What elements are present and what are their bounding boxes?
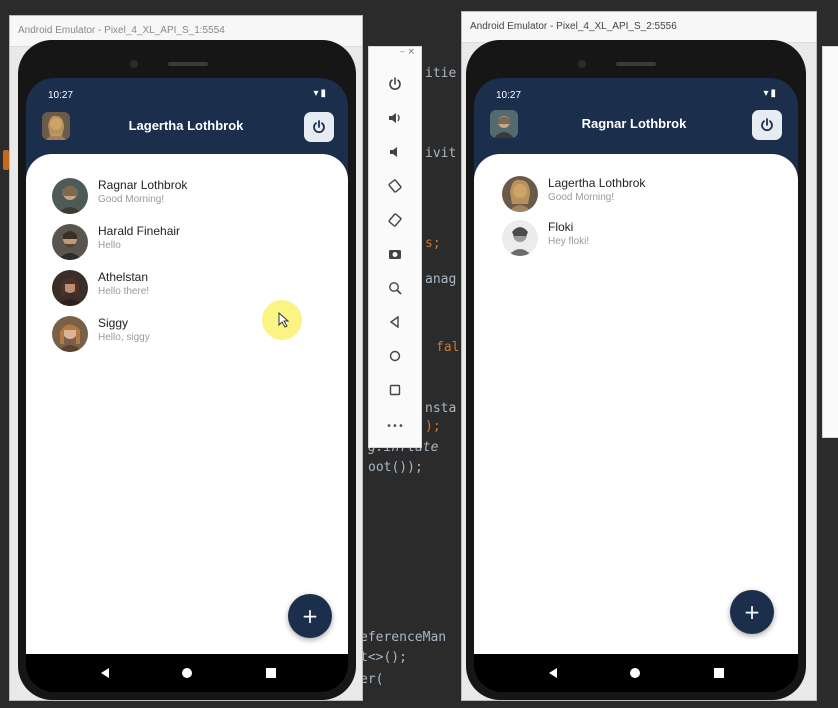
right-emulator-toolbar: [822, 46, 838, 438]
user-avatar: [502, 220, 538, 256]
user-avatar: [52, 316, 88, 352]
right-system-navbar: [474, 654, 798, 692]
user-avatar: [502, 176, 538, 212]
user-list-item[interactable]: Harald Finehair Hello: [52, 220, 292, 262]
left-phone-speaker: [168, 62, 208, 66]
right-emulator-titlebar[interactable]: Android Emulator - Pixel_4_XL_API_S_2:55…: [462, 12, 816, 43]
right-signout-button[interactable]: [752, 110, 782, 140]
user-name: Siggy: [98, 316, 129, 330]
right-header-title: Ragnar Lothbrok: [581, 116, 687, 131]
code-line: er(: [360, 672, 384, 687]
code-line: fal: [436, 340, 460, 355]
back-button[interactable]: [369, 307, 421, 337]
user-last-message: Good Morning!: [98, 194, 165, 205]
more-options-button[interactable]: •••: [369, 411, 421, 441]
user-name: Lagertha Lothbrok: [548, 176, 646, 190]
right-phone-camera: [578, 60, 586, 68]
left-phone-frame: 10:27 ▾▮ Lagertha Lothbrok Ragnar Lothbr…: [18, 40, 356, 700]
user-name: Harald Finehair: [98, 224, 181, 238]
user-list-item[interactable]: Siggy Hello, siggy: [52, 312, 292, 354]
left-signout-button[interactable]: [304, 112, 334, 142]
rotate-right-icon: [388, 213, 402, 227]
camera-icon: [389, 250, 401, 259]
user-avatar: [52, 178, 88, 214]
screenshot-button[interactable]: [369, 239, 421, 269]
right-phone-frame: 10:27 ▾▮ Ragnar Lothbrok Lagertha Lothbr…: [466, 40, 806, 700]
code-line: ivit: [425, 146, 457, 161]
recent-apps-icon[interactable]: [264, 666, 278, 680]
code-line: eferenceMan: [360, 630, 447, 645]
back-icon[interactable]: [546, 666, 560, 680]
user-list-item[interactable]: Floki Hey floki!: [502, 216, 742, 258]
toolbar-window-controls[interactable]: – ×: [369, 47, 421, 63]
overview-icon: [389, 384, 401, 396]
home-icon: [389, 350, 401, 362]
code-line: itie: [425, 66, 457, 81]
user-last-message: Good Morning!: [548, 192, 615, 203]
user-last-message: Hello there!: [98, 286, 150, 297]
plus-icon: +: [301, 604, 319, 628]
plus-icon: +: [743, 600, 761, 624]
cursor-icon: [278, 312, 290, 328]
emulator-side-toolbar: – × •••: [368, 46, 422, 448]
left-header-title: Lagertha Lothbrok: [128, 118, 244, 133]
volume-down-button[interactable]: [369, 137, 421, 167]
left-phone-camera: [130, 60, 138, 68]
left-system-navbar: [26, 654, 348, 692]
right-status-time: 10:27: [496, 90, 522, 101]
power-icon: [389, 77, 401, 90]
user-list-item[interactable]: Ragnar Lothbrok Good Morning!: [52, 174, 292, 216]
left-status-icons: ▾▮: [313, 88, 328, 99]
user-last-message: Hello, siggy: [98, 332, 150, 343]
rotate-left-button[interactable]: [369, 171, 421, 201]
power-icon: [761, 118, 773, 132]
back-icon[interactable]: [98, 666, 112, 680]
right-users-list: Lagertha Lothbrok Good Morning! Floki He…: [474, 154, 798, 654]
home-icon[interactable]: [628, 666, 642, 680]
home-icon[interactable]: [180, 666, 194, 680]
recent-apps-icon[interactable]: [712, 666, 726, 680]
right-add-user-button[interactable]: +: [730, 590, 774, 634]
left-status-time: 10:27: [48, 90, 74, 101]
volume-down-icon: [390, 147, 397, 157]
user-last-message: Hello: [98, 240, 121, 251]
volume-up-button[interactable]: [369, 103, 421, 133]
right-emulator-title: Android Emulator - Pixel_4_XL_API_S_2:55…: [470, 21, 677, 32]
user-name: Ragnar Lothbrok: [98, 178, 188, 192]
left-users-list: Ragnar Lothbrok Good Morning! Harald Fin…: [26, 154, 348, 654]
code-line: s;: [425, 236, 441, 251]
overview-button[interactable]: [369, 375, 421, 405]
right-phone-screen: 10:27 ▾▮ Ragnar Lothbrok Lagertha Lothbr…: [474, 78, 798, 692]
power-icon: [313, 120, 325, 134]
user-avatar: [52, 224, 88, 260]
volume-up-icon: [389, 113, 400, 123]
user-avatar: [52, 270, 88, 306]
right-phone-speaker: [616, 62, 656, 66]
left-phone-screen: 10:27 ▾▮ Lagertha Lothbrok Ragnar Lothbr…: [26, 78, 348, 692]
user-list-item[interactable]: Athelstan Hello there!: [52, 266, 292, 308]
power-button[interactable]: [369, 69, 421, 99]
left-add-user-button[interactable]: +: [288, 594, 332, 638]
zoom-icon: [389, 282, 402, 295]
zoom-button[interactable]: [369, 273, 421, 303]
rotate-right-button[interactable]: [369, 205, 421, 235]
code-line: anag: [425, 272, 457, 287]
code-line: nsta: [425, 401, 457, 416]
right-header-avatar[interactable]: [490, 110, 518, 138]
code-line: );: [425, 419, 441, 434]
user-list-item[interactable]: Lagertha Lothbrok Good Morning!: [502, 172, 742, 214]
left-header-avatar[interactable]: [42, 112, 70, 140]
left-emulator-title: Android Emulator - Pixel_4_XL_API_S_1:55…: [18, 25, 225, 36]
user-name: Floki: [548, 220, 574, 234]
rotate-left-icon: [388, 179, 402, 193]
user-name: Athelstan: [98, 270, 149, 284]
user-last-message: Hey floki!: [548, 236, 590, 247]
gutter-marker: [3, 150, 9, 170]
right-status-icons: ▾▮: [763, 88, 778, 99]
code-line: oot());: [368, 460, 423, 475]
back-icon: [389, 315, 399, 329]
code-line: t<>();: [360, 650, 407, 665]
home-button[interactable]: [369, 341, 421, 371]
